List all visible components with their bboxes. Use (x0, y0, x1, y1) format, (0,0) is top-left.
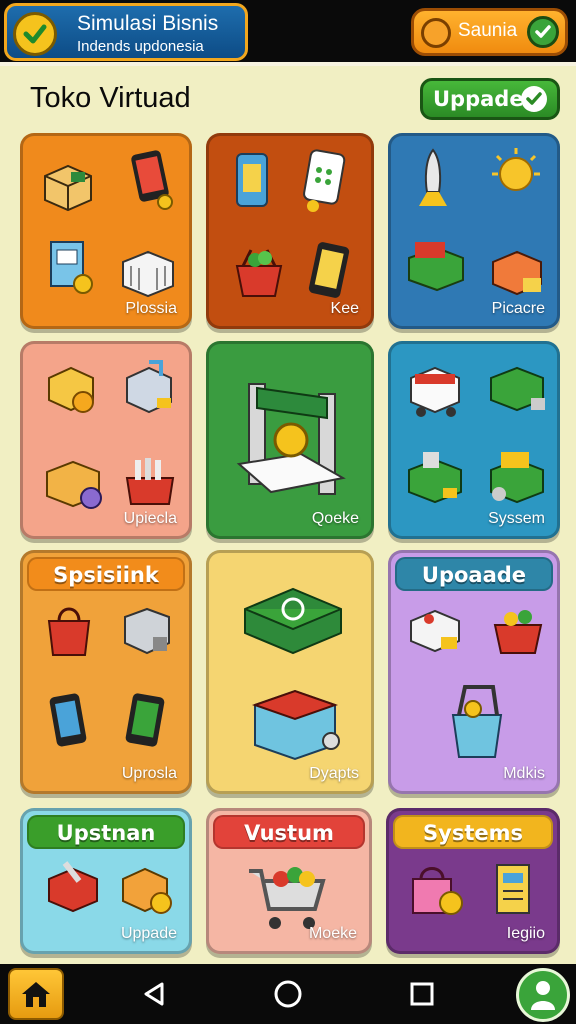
machine-icon (124, 607, 170, 655)
coin-box-icon (48, 366, 94, 413)
card-banner: Spsisiink (27, 557, 185, 591)
crate-icon (122, 250, 174, 298)
bag-icon (412, 867, 463, 915)
package-icon (46, 460, 102, 509)
card-banner: Upstnan (27, 815, 185, 849)
card-label: Moeke (308, 925, 357, 942)
card-label: Iegiio (506, 925, 545, 942)
app-subtitle: Indends updonesia (77, 38, 204, 55)
cabinet-icon (50, 241, 93, 294)
coin-box-icon (122, 867, 172, 914)
store-title: Toko Virtuad (30, 82, 191, 114)
status-pill[interactable]: Saunia (411, 8, 568, 56)
top-bar: Simulasi Bisnis Indends updonesia Saunia (0, 0, 576, 66)
card-banner: Vustum (213, 815, 365, 849)
card-label: Qoeke (311, 510, 359, 527)
toolbox-icon (48, 861, 98, 913)
update-button-label: Uppade (433, 87, 524, 111)
card-banner: Systems (393, 815, 553, 849)
app-badge[interactable]: Simulasi Bisnis Indends updonesia (4, 3, 248, 61)
shop-card[interactable]: Kee (206, 133, 374, 329)
drawer-icon (408, 452, 462, 504)
checkmark-icon (13, 12, 57, 56)
shop-card[interactable]: Picacre (388, 133, 560, 329)
app-title: Simulasi Bisnis (77, 12, 219, 35)
profile-button[interactable] (516, 968, 570, 1022)
box-icon (44, 164, 92, 212)
recents-icon[interactable] (406, 978, 438, 1010)
shop-card[interactable]: Vustum Moeke (206, 808, 372, 954)
checkmark-icon (521, 86, 547, 112)
bag-icon (47, 607, 91, 656)
update-button[interactable]: Uppade (420, 78, 560, 120)
shop-card[interactable]: Upoaade Mdkis (388, 550, 560, 794)
card-label: Uprosla (121, 765, 177, 782)
card-label: Upiecla (123, 510, 177, 527)
shop-card[interactable]: Dyapts (206, 550, 374, 794)
shop-card[interactable]: Upstnan Uppade (20, 808, 192, 954)
card-label: Picacre (491, 300, 545, 317)
food-cart-icon (410, 366, 460, 417)
back-icon[interactable] (138, 978, 170, 1010)
home-circle-icon[interactable] (272, 978, 304, 1010)
storefront-icon (492, 250, 542, 296)
user-icon (531, 981, 555, 1010)
rocket-icon (419, 148, 447, 206)
calculator-icon (303, 149, 346, 212)
status-label: Saunia (458, 20, 518, 41)
basket-icon (493, 610, 543, 654)
counter-icon (490, 366, 545, 412)
coin-icon (421, 18, 451, 48)
tablet-icon (308, 242, 350, 298)
card-label: Uppade (120, 925, 177, 942)
basket-icon (125, 458, 175, 505)
home-icon (22, 982, 50, 1007)
tablet-icon (125, 693, 165, 747)
bottom-nav (0, 964, 576, 1024)
shop-card[interactable]: Qoeke (206, 341, 374, 539)
card-label: Plossia (125, 300, 177, 317)
payment-terminal-icon (244, 587, 342, 655)
home-button[interactable] (8, 968, 64, 1020)
app-screen: Simulasi Bisnis Indends updonesia Saunia… (0, 0, 576, 1024)
shop-card[interactable]: Systems Iegiio (386, 808, 560, 954)
lightbulb-icon (492, 148, 540, 191)
tablet-icon (131, 150, 173, 210)
phone-icon (49, 693, 87, 747)
machine-icon (126, 360, 172, 414)
checkmark-icon (527, 16, 559, 48)
shop-card[interactable]: Plossia (20, 133, 192, 329)
card-label: Syssem (488, 510, 545, 527)
shop-card[interactable]: Spsisiink Uprosla (20, 550, 192, 794)
card-label: Dyapts (309, 765, 359, 782)
market-stall-icon (408, 242, 464, 292)
shop-card[interactable]: Syssem (388, 341, 560, 539)
shop-card[interactable]: Upiecla (20, 341, 192, 539)
bucket-icon (451, 685, 503, 758)
card-label: Mdkis (503, 765, 545, 782)
shopping-cart-icon (249, 867, 326, 929)
book-icon (496, 864, 530, 914)
card-banner: Upoaade (395, 557, 553, 591)
printer-gate-icon (236, 383, 346, 495)
register-icon (410, 609, 460, 653)
basket-icon (235, 249, 283, 297)
card-label: Kee (330, 300, 359, 317)
stall-icon (490, 452, 544, 504)
cooler-icon (251, 689, 340, 761)
phone-icon (236, 153, 268, 207)
